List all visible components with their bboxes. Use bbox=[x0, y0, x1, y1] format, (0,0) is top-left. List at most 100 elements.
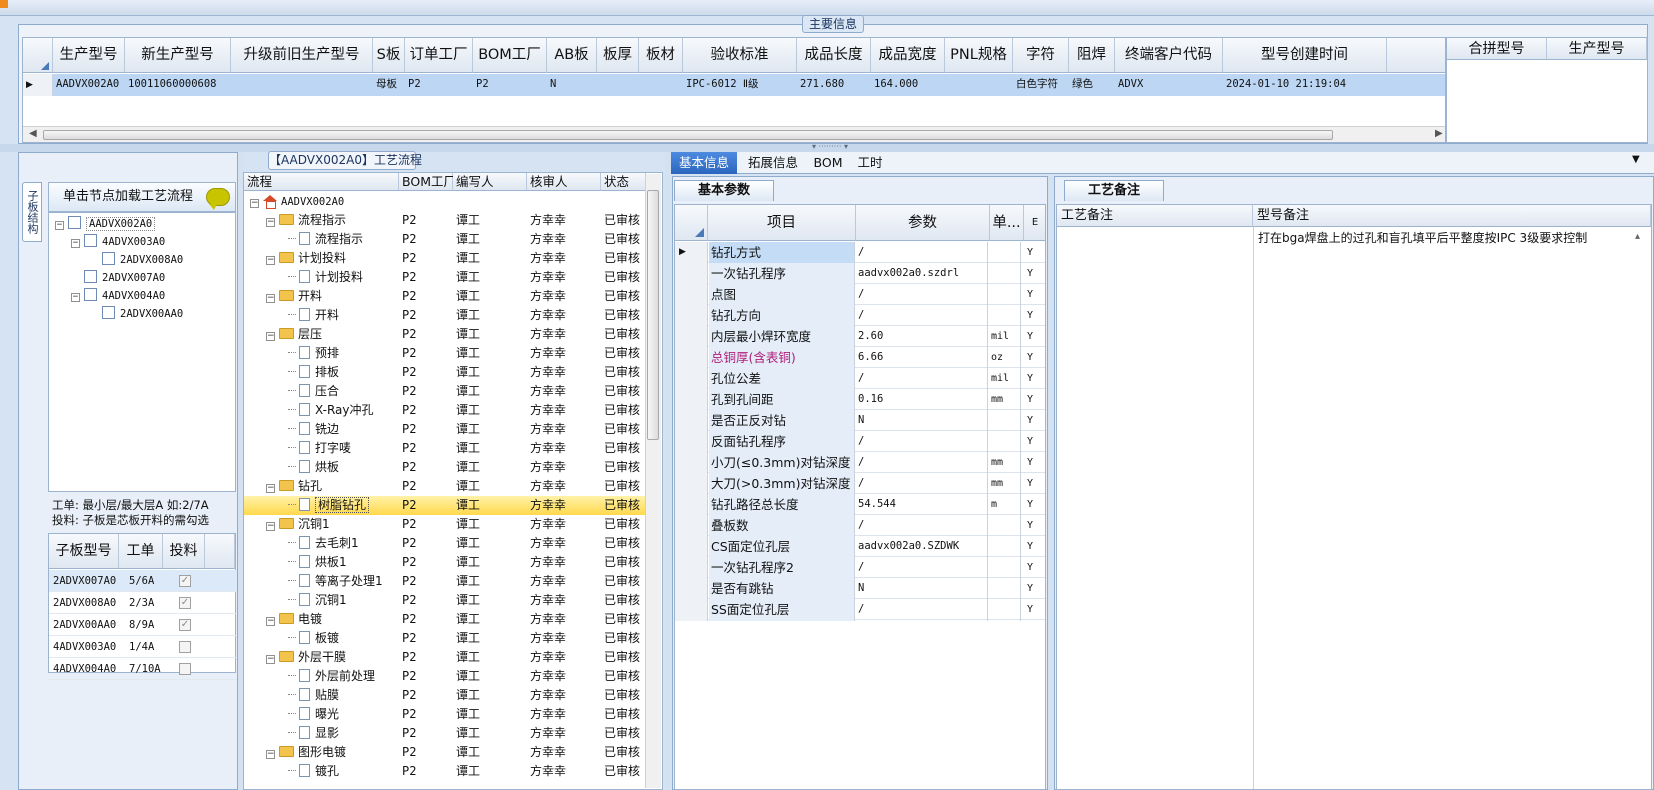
process-row[interactable]: 贴膜 P2 谭工 方幸幸 已审核 bbox=[244, 686, 646, 705]
tree-expander-icon[interactable]: − bbox=[71, 293, 80, 302]
main-col-header[interactable]: 新生产型号 bbox=[125, 38, 231, 73]
process-row[interactable]: − 电镀 P2 谭工 方幸幸 已审核 bbox=[244, 610, 646, 629]
tree-expander-icon[interactable]: − bbox=[266, 294, 275, 303]
merge-col-header[interactable]: 合拼型号 bbox=[1447, 38, 1547, 60]
process-step[interactable]: 镀孔 bbox=[288, 762, 399, 781]
table-row[interactable]: 孔到孔间距 0.16 mm Y bbox=[675, 389, 1045, 411]
feed-checkbox[interactable] bbox=[179, 641, 191, 653]
process-step[interactable]: 预排 bbox=[288, 344, 399, 363]
main-col-header[interactable]: 成品长度 bbox=[797, 38, 871, 73]
param-value[interactable]: aadvx002a0.SZDWK bbox=[858, 536, 988, 558]
scroll-left-icon[interactable]: ◀ bbox=[29, 128, 37, 139]
param-value[interactable]: / bbox=[858, 557, 988, 579]
process-row[interactable]: 等离子处理1 P2 谭工 方幸幸 已审核 bbox=[244, 572, 646, 591]
sub-board-tree-node[interactable]: 2ADVX008A0 bbox=[89, 251, 183, 269]
main-col-header[interactable]: 订单工厂 bbox=[405, 38, 473, 73]
sub-col-header[interactable]: 工单 bbox=[119, 534, 163, 569]
row-header[interactable] bbox=[675, 326, 708, 348]
param-value[interactable]: / bbox=[858, 515, 988, 537]
process-col-header[interactable]: 流程 bbox=[244, 173, 399, 191]
process-step[interactable]: 打字唛 bbox=[288, 439, 399, 458]
param-value[interactable]: aadvx002a0.szdrl bbox=[858, 263, 988, 285]
param-value[interactable]: 0.16 bbox=[858, 389, 988, 411]
process-row[interactable]: 去毛刺1 P2 谭工 方幸幸 已审核 bbox=[244, 534, 646, 553]
table-row[interactable]: 总铜厚(含表铜) 6.66 oz Y bbox=[675, 347, 1045, 369]
row-header[interactable] bbox=[675, 431, 708, 453]
table-row[interactable]: 是否正反对钻 N Y bbox=[675, 410, 1045, 432]
row-header[interactable] bbox=[675, 473, 708, 495]
table-row[interactable]: 2ADVX00AA0 8/9A ✓ bbox=[49, 614, 237, 636]
param-value[interactable]: 54.544 bbox=[858, 494, 988, 516]
scroll-thumb[interactable] bbox=[43, 130, 1333, 140]
main-col-header[interactable]: 生产型号 bbox=[53, 38, 125, 73]
param-value[interactable]: 2.60 bbox=[858, 326, 988, 348]
main-col-header[interactable]: 型号创建时间 bbox=[1223, 38, 1387, 73]
main-col-header[interactable]: 成品宽度 bbox=[871, 38, 945, 73]
param-value[interactable]: / bbox=[858, 368, 988, 390]
process-step[interactable]: − 层压 bbox=[266, 325, 399, 344]
sub-board-structure-tab[interactable]: 子板结构 bbox=[22, 182, 42, 242]
process-step[interactable]: − AADVX002A0 bbox=[250, 192, 399, 212]
row-header[interactable] bbox=[675, 368, 708, 390]
main-col-header[interactable]: 终端客户代码 bbox=[1115, 38, 1223, 73]
row-header[interactable] bbox=[675, 515, 708, 537]
process-row[interactable]: 显影 P2 谭工 方幸幸 已审核 bbox=[244, 724, 646, 743]
row-header[interactable] bbox=[675, 284, 708, 306]
main-cell[interactable] bbox=[945, 73, 1013, 95]
param-value[interactable]: N bbox=[858, 578, 988, 600]
tab-work-hours[interactable]: 工时 bbox=[850, 152, 890, 174]
param-value[interactable]: / bbox=[858, 242, 988, 264]
row-header[interactable] bbox=[675, 536, 708, 558]
process-row[interactable]: − 钻孔 P2 谭工 方幸幸 已审核 bbox=[244, 477, 646, 496]
table-row[interactable]: 钻孔方向 / Y bbox=[675, 305, 1045, 327]
process-step[interactable]: X-Ray冲孔 bbox=[288, 401, 399, 420]
basic-params-tab[interactable]: 基本参数 bbox=[674, 180, 774, 201]
row-header[interactable] bbox=[675, 263, 708, 285]
process-row[interactable]: 预排 P2 谭工 方幸幸 已审核 bbox=[244, 344, 646, 363]
main-col-header[interactable]: 板材 bbox=[639, 38, 683, 73]
process-step[interactable]: − 钻孔 bbox=[266, 477, 399, 496]
process-row[interactable]: 铣边 P2 谭工 方幸幸 已审核 bbox=[244, 420, 646, 439]
table-row[interactable]: 小刀(≤0.3mm)对钻深度 / mm Y bbox=[675, 452, 1045, 474]
process-remarks-tab[interactable]: 工艺备注 bbox=[1064, 180, 1164, 201]
process-scroll-thumb[interactable] bbox=[647, 190, 659, 440]
process-step[interactable]: − 外层干膜 bbox=[266, 648, 399, 667]
params-col-header[interactable]: 参数 bbox=[856, 205, 990, 241]
splitter-grip-icon[interactable]: ▾ ········· ▾ bbox=[800, 143, 860, 151]
process-row[interactable]: 镀孔 P2 谭工 方幸幸 已审核 bbox=[244, 762, 646, 781]
tab-bom[interactable]: BOM bbox=[808, 152, 848, 174]
process-row[interactable]: 树脂钻孔 P2 谭工 方幸幸 已审核 bbox=[244, 496, 646, 515]
main-cell[interactable]: IPC-6012 Ⅱ级 bbox=[683, 73, 797, 95]
process-row[interactable]: 计划投料 P2 谭工 方幸幸 已审核 bbox=[244, 268, 646, 287]
main-col-header[interactable]: PNL规格 bbox=[945, 38, 1013, 73]
process-row[interactable]: 板镀 P2 谭工 方幸幸 已审核 bbox=[244, 629, 646, 648]
row-header[interactable] bbox=[675, 494, 708, 516]
param-value[interactable]: N bbox=[858, 410, 988, 432]
main-col-header[interactable]: 字符 bbox=[1013, 38, 1069, 73]
tree-expander-icon[interactable]: − bbox=[266, 484, 275, 493]
process-step[interactable]: − 流程指示 bbox=[266, 211, 399, 230]
process-step[interactable]: 烘板 bbox=[288, 458, 399, 477]
row-header[interactable] bbox=[675, 410, 708, 432]
param-value[interactable]: / bbox=[858, 452, 988, 474]
process-step[interactable]: 贴膜 bbox=[288, 686, 399, 705]
process-col-header[interactable]: 编写人 bbox=[453, 173, 527, 191]
main-cell[interactable]: 白色字符 bbox=[1013, 73, 1069, 95]
main-cell[interactable]: 164.000 bbox=[871, 73, 945, 95]
process-row[interactable]: 打字唛 P2 谭工 方幸幸 已审核 bbox=[244, 439, 646, 458]
main-cell[interactable]: AADVX002A0 bbox=[53, 73, 125, 95]
process-row[interactable]: − 开料 P2 谭工 方幸幸 已审核 bbox=[244, 287, 646, 306]
process-row[interactable]: − 沉铜1 P2 谭工 方幸幸 已审核 bbox=[244, 515, 646, 534]
param-value[interactable]: 6.66 bbox=[858, 347, 988, 369]
main-col-header[interactable]: AB板 bbox=[547, 38, 597, 73]
sub-col-header[interactable]: 投料 bbox=[163, 534, 205, 569]
process-step[interactable]: − 开料 bbox=[266, 287, 399, 306]
feed-checkbox[interactable] bbox=[179, 663, 191, 675]
row-header[interactable] bbox=[675, 557, 708, 579]
table-row[interactable]: 叠板数 / Y bbox=[675, 515, 1045, 537]
process-step[interactable]: 等离子处理1 bbox=[288, 572, 399, 591]
main-col-header[interactable]: 板厚 bbox=[597, 38, 639, 73]
main-col-header[interactable]: 阻焊 bbox=[1069, 38, 1115, 73]
param-value[interactable]: / bbox=[858, 599, 988, 621]
process-step[interactable]: 烘板1 bbox=[288, 553, 399, 572]
